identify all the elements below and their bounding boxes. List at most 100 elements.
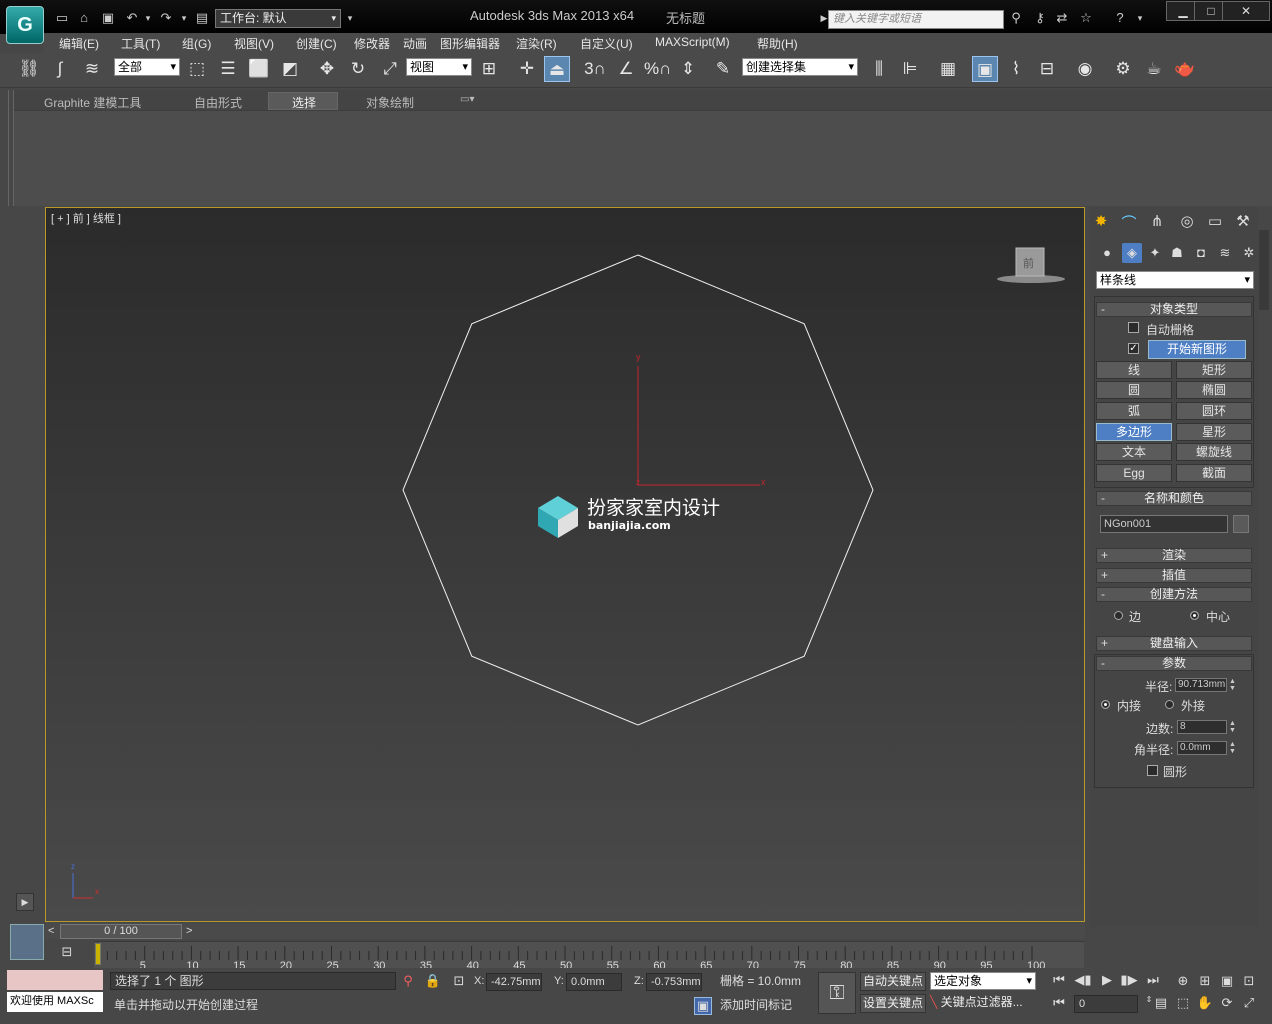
- project-folder-icon[interactable]: ▤: [194, 10, 210, 26]
- link-icon[interactable]: ⛓: [16, 56, 42, 82]
- render-production-icon[interactable]: 🫖: [1172, 56, 1198, 82]
- start-new-shape-button[interactable]: 开始新图形: [1148, 340, 1246, 359]
- select-object-icon[interactable]: ⬚: [184, 56, 210, 82]
- selection-filter-dropdown[interactable]: 全部: [114, 58, 180, 76]
- menu-graph-editors[interactable]: 图形编辑器: [440, 35, 500, 52]
- redo-icon[interactable]: ↷: [158, 10, 174, 26]
- motion-tab-icon[interactable]: ◎: [1178, 212, 1196, 230]
- edit-named-selection-icon[interactable]: ✎: [710, 56, 736, 82]
- next-frame-icon[interactable]: ▮▶: [1120, 972, 1138, 988]
- field-of-view-icon[interactable]: ▤: [1152, 995, 1170, 1011]
- cameras-category-icon[interactable]: ☗: [1168, 245, 1186, 261]
- creation-method-header[interactable]: - 创建方法: [1096, 587, 1252, 602]
- text-button[interactable]: 文本: [1096, 443, 1172, 461]
- shapes-category-icon[interactable]: ◈: [1122, 243, 1142, 263]
- orbit-icon[interactable]: ⟳: [1218, 995, 1236, 1011]
- edge-radio[interactable]: [1114, 611, 1123, 620]
- redo-dropdown-icon[interactable]: ▾: [176, 10, 192, 26]
- name-color-header[interactable]: - 名称和颜色: [1096, 491, 1252, 506]
- start-new-shape-checkbox[interactable]: ✓: [1128, 343, 1139, 354]
- layer-manager-icon[interactable]: ▦: [935, 56, 961, 82]
- ribbon-grip[interactable]: [8, 90, 14, 206]
- material-editor-icon[interactable]: ◉: [1072, 56, 1098, 82]
- curve-editor-icon[interactable]: ⌇: [1003, 56, 1029, 82]
- helpers-category-icon[interactable]: ◘: [1192, 245, 1210, 260]
- systems-category-icon[interactable]: ✲: [1240, 245, 1258, 261]
- category-dropdown[interactable]: 样条线: [1096, 271, 1254, 289]
- key-mode-toggle-icon[interactable]: ⏮: [1050, 995, 1068, 1011]
- menu-create[interactable]: 创建(C): [296, 35, 337, 52]
- tab-graphite-modeling[interactable]: Graphite 建模工具: [44, 94, 141, 111]
- spacewarps-category-icon[interactable]: ≋: [1216, 245, 1234, 261]
- menu-animation[interactable]: 动画: [403, 35, 427, 52]
- time-tag-icon[interactable]: ▣: [694, 997, 712, 1015]
- set-key-button[interactable]: 设置关键点: [860, 994, 926, 1013]
- ribbon-options-icon[interactable]: ▭▾: [460, 94, 474, 105]
- lights-category-icon[interactable]: ✦: [1146, 245, 1164, 261]
- play-arrow-icon[interactable]: ▶: [16, 893, 34, 911]
- zoom-all-icon[interactable]: ⊞: [1196, 973, 1214, 989]
- maxscript-listener-pink[interactable]: [7, 970, 103, 990]
- tab-selection[interactable]: 选择: [292, 94, 316, 111]
- tab-freeform[interactable]: 自由形式: [194, 94, 242, 111]
- minilistener-icon[interactable]: [10, 924, 44, 960]
- go-to-start-icon[interactable]: ⏮: [1050, 972, 1068, 988]
- helix-button[interactable]: 螺旋线: [1176, 443, 1252, 461]
- select-manipulate-icon[interactable]: ✛: [514, 56, 540, 82]
- region-zoom-icon[interactable]: ⬚: [1174, 995, 1192, 1011]
- search-input[interactable]: 键入关键字或短语: [828, 10, 1004, 29]
- spinner-snap-icon[interactable]: ⇕: [675, 56, 701, 82]
- ngon-shape[interactable]: [402, 254, 874, 726]
- time-slider-track[interactable]: [45, 923, 1085, 939]
- window-crossing-icon[interactable]: ◩: [277, 56, 303, 82]
- workspace-chevron-down-icon[interactable]: ▾: [342, 10, 358, 26]
- mirror-icon[interactable]: ⫼: [866, 56, 892, 82]
- auto-grid-checkbox[interactable]: [1128, 322, 1139, 333]
- menu-views[interactable]: 视图(V): [234, 35, 274, 52]
- add-time-tag[interactable]: 添加时间标记: [716, 997, 812, 1015]
- graphite-toggle-icon[interactable]: ▣: [972, 56, 998, 82]
- viewport-front[interactable]: y x z 扮家家室内设计 banjiajia.com z x 前: [45, 207, 1085, 922]
- key-mode-dropdown[interactable]: 选定对象: [930, 972, 1036, 990]
- time-slider-prev[interactable]: <: [48, 925, 54, 937]
- menu-help[interactable]: 帮助(H): [757, 35, 798, 52]
- help-icon[interactable]: ?: [1112, 10, 1128, 26]
- ngon-button[interactable]: 多边形: [1096, 423, 1172, 441]
- rect-selection-icon[interactable]: ⬜: [246, 56, 272, 82]
- auto-key-button[interactable]: 自动关键点: [860, 972, 926, 991]
- utilities-tab-icon[interactable]: ⚒: [1234, 212, 1252, 230]
- bind-space-warp-icon[interactable]: ≋: [79, 56, 105, 82]
- menu-customize[interactable]: 自定义(U): [580, 35, 633, 52]
- unlink-icon[interactable]: ∫: [47, 56, 73, 82]
- reference-coord-dropdown[interactable]: 视图: [406, 58, 472, 76]
- rectangle-button[interactable]: 矩形: [1176, 361, 1252, 379]
- selection-lock-icon[interactable]: 🔒: [424, 973, 442, 989]
- binoculars-icon[interactable]: ⚲: [1008, 10, 1024, 26]
- set-key-key-icon[interactable]: ⚿: [818, 972, 856, 1014]
- key-icon[interactable]: ⚷: [1032, 10, 1048, 26]
- viewport-label[interactable]: [ + ] 前 ] 线框 ]: [51, 210, 121, 226]
- angle-snap-icon[interactable]: ∠: [613, 56, 639, 82]
- absolute-mode-icon[interactable]: ⊡: [450, 973, 468, 989]
- open-file-icon[interactable]: ⌂: [76, 10, 92, 26]
- schematic-view-icon[interactable]: ⊟: [1034, 56, 1060, 82]
- donut-button[interactable]: 圆环: [1176, 402, 1252, 420]
- play-icon[interactable]: ▶: [1098, 972, 1116, 988]
- ellipse-button[interactable]: 椭圆: [1176, 381, 1252, 399]
- pan-hand-icon[interactable]: ✋: [1196, 995, 1214, 1011]
- maxscript-mini-listener[interactable]: 欢迎使用 MAXSc: [7, 992, 103, 1012]
- undo-dropdown-icon[interactable]: ▾: [140, 10, 156, 26]
- section-button[interactable]: 截面: [1176, 464, 1252, 482]
- line-button[interactable]: 线: [1096, 361, 1172, 379]
- save-file-icon[interactable]: ▣: [100, 10, 116, 26]
- center-radio[interactable]: [1190, 611, 1199, 620]
- menu-rendering[interactable]: 渲染(R): [516, 35, 557, 52]
- current-frame-marker[interactable]: [95, 943, 101, 965]
- circle-button[interactable]: 圆: [1096, 381, 1172, 399]
- trackbar-filter-icon[interactable]: ⊟: [56, 944, 78, 964]
- select-by-name-icon[interactable]: ☰: [215, 56, 241, 82]
- y-coord-input[interactable]: 0.0mm: [566, 973, 622, 991]
- zoom-extents-icon[interactable]: ▣: [1218, 973, 1236, 989]
- interpolation-rollout-header[interactable]: + 插值: [1096, 568, 1252, 583]
- trackbar[interactable]: 5 10 15 20 25 30 35 40 45 50 55 60 65 70 75 80 85 90 95 100: [94, 941, 1084, 972]
